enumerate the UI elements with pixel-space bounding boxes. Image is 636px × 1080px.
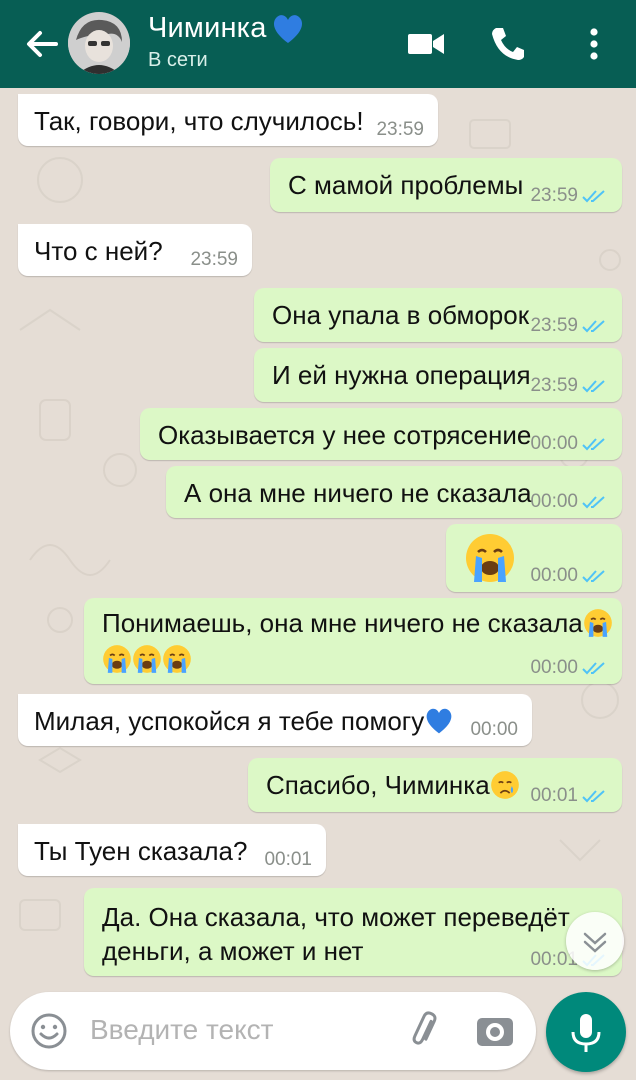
message-outgoing[interactable]: Оказывается у нее сотрясение 00:00 <box>140 408 622 460</box>
paperclip-icon[interactable] <box>404 1010 446 1052</box>
message-outgoing[interactable]: Да. Она сказала, что может переведёт ден… <box>84 888 622 976</box>
message-incoming[interactable]: Что с ней? 23:59 <box>18 224 252 276</box>
message-time: 23:59 <box>190 249 238 270</box>
message-time: 23:59 <box>376 119 424 140</box>
message-text: Понимаешь, она мне ничего не сказала <box>102 608 583 638</box>
message-text: Что с ней? <box>34 236 163 266</box>
microphone-button[interactable] <box>546 992 626 1072</box>
message-incoming[interactable]: Так, говори, что случилось! 23:59 <box>18 94 438 146</box>
contact-info[interactable]: Чиминка В сети <box>148 12 305 72</box>
message-meta: 23:59 <box>530 376 608 396</box>
phone-icon[interactable] <box>486 22 530 66</box>
message-meta: 00:00 <box>530 566 608 586</box>
message-line-2 <box>102 642 192 676</box>
message-time: 23:59 <box>530 315 578 336</box>
more-vert-icon[interactable] <box>572 22 616 66</box>
message-line-2: деньги, а может и нет <box>102 936 364 966</box>
chat-header: Чиминка В сети <box>0 0 636 88</box>
double-chevron-down-icon <box>583 932 607 953</box>
message-time: 00:00 <box>530 433 578 454</box>
message-outgoing-emoji[interactable]: 00:00 <box>446 524 622 592</box>
message-outgoing[interactable]: Понимаешь, она мне ничего не сказала 00:… <box>84 598 622 684</box>
message-line-1: Да. Она сказала, что может переведёт <box>102 902 570 932</box>
sad-tear-face-icon <box>490 771 519 799</box>
message-time: 00:00 <box>530 657 578 678</box>
blue-heart-icon <box>426 708 452 734</box>
message-meta: 00:01 <box>530 786 608 806</box>
crying-face-icon <box>163 645 191 673</box>
blue-heart-icon <box>273 14 302 43</box>
message-text: Так, говори, что случилось! <box>34 106 364 136</box>
message-meta: 00:00 <box>530 492 608 512</box>
read-ticks-icon <box>582 570 605 583</box>
message-time: 00:00 <box>530 565 578 586</box>
message-meta: 00:00 <box>530 658 608 678</box>
message-outgoing[interactable]: Спасибо, Чиминка 00:01 <box>248 758 622 812</box>
message-time: 23:59 <box>530 375 578 396</box>
message-text: И ей нужна операция <box>272 360 531 390</box>
contact-name: Чиминка <box>148 12 305 45</box>
avatar[interactable] <box>68 12 130 74</box>
message-text: Милая, успокойся я тебе помогу <box>34 706 425 736</box>
scroll-to-bottom-button[interactable] <box>566 912 624 970</box>
message-time: 00:01 <box>530 785 578 806</box>
message-time: 00:00 <box>470 719 518 740</box>
read-ticks-icon <box>582 790 605 803</box>
message-time: 00:01 <box>264 849 312 870</box>
message-text: Спасибо, Чиминка <box>266 770 490 800</box>
message-text: А она мне ничего не сказала <box>184 478 532 508</box>
message-text: С мамой проблемы <box>288 170 524 200</box>
message-outgoing[interactable]: А она мне ничего не сказала 00:00 <box>166 466 622 518</box>
arrow-back-icon[interactable] <box>22 24 62 64</box>
message-composer: Введите текст <box>10 992 536 1070</box>
crying-face-icon <box>583 609 612 637</box>
message-content: Спасибо, Чиминка <box>266 768 520 802</box>
crying-face-icon <box>133 645 161 673</box>
crying-face-icon <box>466 534 514 582</box>
message-meta: 23:59 <box>530 186 608 206</box>
message-meta: 23:59 <box>530 316 608 336</box>
message-meta: 00:00 <box>530 434 608 454</box>
message-line-1: Понимаешь, она мне ничего не сказала <box>102 606 613 640</box>
message-outgoing[interactable]: С мамой проблемы 23:59 <box>270 158 622 212</box>
contact-name-text: Чиминка <box>148 12 267 44</box>
message-time: 23:59 <box>530 185 578 206</box>
microphone-icon <box>571 1014 601 1052</box>
message-outgoing[interactable]: Она упала в обморок 23:59 <box>254 288 622 342</box>
read-ticks-icon <box>582 190 605 203</box>
message-time: 00:00 <box>530 491 578 512</box>
message-incoming[interactable]: Милая, успокойся я тебе помогу 00:00 <box>18 694 532 746</box>
message-content: Милая, успокойся я тебе помогу <box>34 704 454 738</box>
message-incoming[interactable]: Ты Туен сказала? 00:01 <box>18 824 326 876</box>
message-text: Оказывается у нее сотрясение <box>158 420 532 450</box>
message-outgoing[interactable]: И ей нужна операция 23:59 <box>254 348 622 402</box>
read-ticks-icon <box>582 662 605 675</box>
read-ticks-icon <box>582 380 605 393</box>
message-input[interactable]: Введите текст <box>90 1014 274 1046</box>
read-ticks-icon <box>582 438 605 451</box>
message-text: Ты Туен сказала? <box>34 836 248 866</box>
emoji-icon[interactable] <box>28 1010 70 1052</box>
contact-status: В сети <box>148 49 208 71</box>
crying-face-icon <box>103 645 131 673</box>
read-ticks-icon <box>582 320 605 333</box>
read-ticks-icon <box>582 496 605 509</box>
video-call-icon[interactable] <box>404 22 448 66</box>
message-text: Она упала в обморок <box>272 300 530 330</box>
camera-icon[interactable] <box>474 1010 516 1052</box>
